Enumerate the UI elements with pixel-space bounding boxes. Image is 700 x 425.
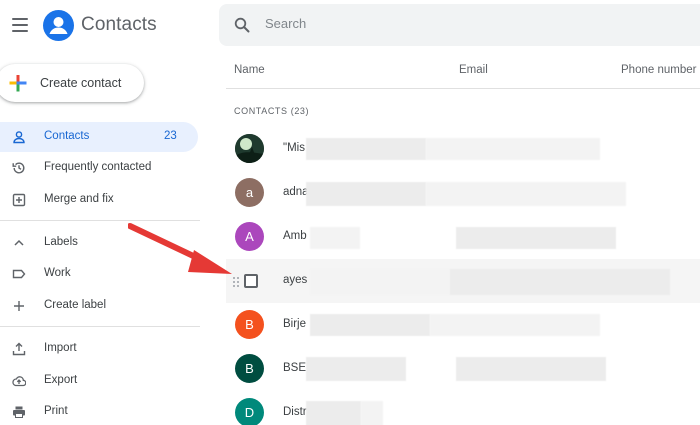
table-row[interactable]: D Distr [226,391,700,425]
create-contact-button[interactable]: Create contact [0,64,144,102]
sidebar-item-label: Contacts [44,130,90,142]
contacts-count-badge: 23 [164,130,177,142]
sidebar-item-label: Print [44,405,68,417]
printer-icon [13,406,25,418]
sidebar-item-label: Import [44,342,77,354]
sidebar-divider [0,220,200,221]
import-icon [12,342,26,356]
labels-header-text: Labels [44,236,78,248]
sidebar-item-label: Frequently contacted [44,161,152,173]
app-title: Contacts [81,14,157,35]
column-header-name[interactable]: Name [234,64,265,76]
table-row[interactable]: B BSE [226,347,700,391]
annotation-arrow-icon [128,223,232,274]
sidebar-item-export[interactable]: Export [0,366,198,396]
column-header-email[interactable]: Email [459,64,488,76]
sidebar-item-frequently-contacted[interactable]: Frequently contacted [0,153,198,183]
label-icon [12,269,26,279]
column-header-phone[interactable]: Phone number [621,64,696,76]
avatar [235,134,264,163]
table-row[interactable]: a adna [226,171,700,215]
sidebar-item-label: Work [44,267,71,279]
sidebar-item-label: Export [44,374,78,386]
app-bar: Contacts [0,0,215,52]
export-icon [12,376,26,387]
search-icon[interactable] [234,17,250,33]
table-row-hovered[interactable]: ayes [226,259,700,303]
sidebar-item-label: Create label [44,299,107,311]
contact-name: "Mis [283,142,305,154]
sidebar-divider [0,326,200,327]
contact-name: BSE [283,362,307,374]
history-icon [12,162,25,174]
table-row[interactable]: B Birje [226,303,700,347]
search-input[interactable] [265,16,665,31]
avatar: a [235,178,264,207]
table-row[interactable]: "Mis [226,127,700,171]
create-contact-label: Create contact [40,76,122,90]
sidebar-item-label: Merge and fix [44,193,114,205]
avatar: B [235,354,264,383]
plus-icon [14,301,24,311]
table-row[interactable]: A Amb [226,215,700,259]
contact-name: Amb [283,230,307,242]
avatar: B [235,310,264,339]
contact-name: Distr [283,406,307,418]
contact-name: adna [283,186,309,198]
sidebar-item-print[interactable]: Print [0,397,198,425]
header-divider [226,88,700,89]
contact-name: Birje [283,318,307,330]
contacts-logo-icon [43,10,74,41]
avatar: D [235,398,264,425]
contacts-section-label: CONTACTS (23) [234,106,310,116]
sidebar-item-create-label[interactable]: Create label [0,291,198,321]
sidebar-item-merge-and-fix[interactable]: Merge and fix [0,185,198,215]
sidebar-item-contacts[interactable]: Contacts 23 [0,122,198,152]
sidebar-item-import[interactable]: Import [0,334,198,364]
chevron-up-icon [14,239,24,246]
person-icon [13,131,25,144]
colorful-plus-icon [9,75,27,92]
hamburger-menu-icon[interactable] [12,18,28,32]
search-bar[interactable] [219,4,700,46]
merge-icon [12,193,26,207]
contact-name: ayes [283,274,308,286]
